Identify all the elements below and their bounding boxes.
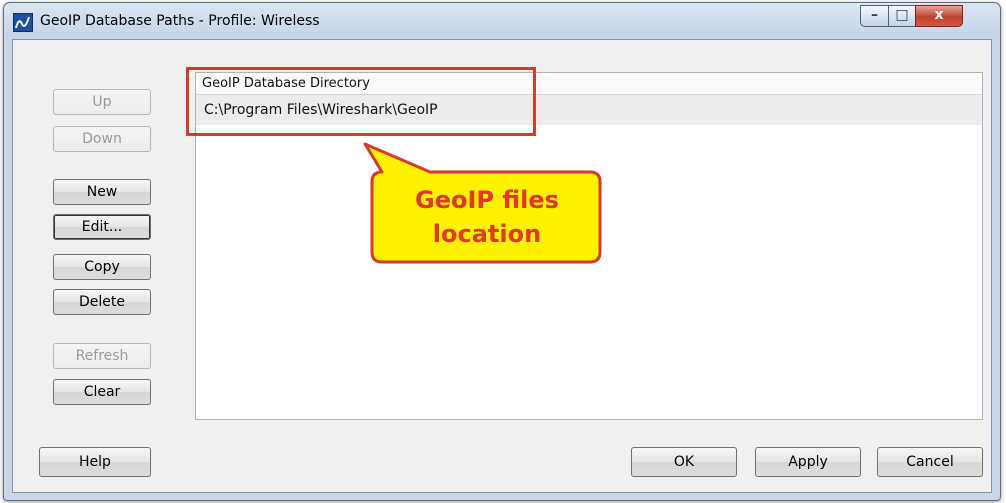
copy-button[interactable]: Copy	[53, 254, 151, 280]
callout-line-1: GeoIP files	[415, 186, 559, 214]
minimize-button[interactable]: –	[860, 5, 889, 27]
edit-button[interactable]: Edit...	[53, 214, 151, 240]
down-button-label: Down	[82, 131, 122, 147]
refresh-button-label: Refresh	[75, 348, 129, 364]
ok-button[interactable]: OK	[631, 447, 737, 477]
wireshark-app-icon	[13, 13, 33, 32]
clear-button-label: Clear	[83, 384, 121, 400]
callout-text: GeoIP files location	[372, 183, 602, 251]
help-button[interactable]: Help	[39, 447, 151, 477]
clear-button[interactable]: Clear	[53, 379, 151, 405]
ok-button-label: OK	[673, 454, 695, 470]
help-button-label: Help	[79, 454, 111, 470]
delete-button[interactable]: Delete	[53, 289, 151, 315]
maximize-button[interactable]: □	[888, 5, 916, 27]
up-button-label: Up	[92, 94, 112, 110]
refresh-button[interactable]: Refresh	[53, 343, 151, 369]
new-button[interactable]: New	[53, 179, 151, 205]
copy-button-label: Copy	[84, 259, 120, 275]
close-button[interactable]: x	[915, 5, 963, 27]
up-button[interactable]: Up	[53, 89, 151, 115]
apply-button[interactable]: Apply	[755, 447, 861, 477]
delete-button-label: Delete	[79, 294, 125, 310]
annotation-highlight-box	[186, 67, 536, 136]
edit-button-label: Edit...	[81, 219, 123, 235]
cancel-button-label: Cancel	[906, 454, 954, 470]
cancel-button[interactable]: Cancel	[877, 447, 983, 477]
window-title: GeoIP Database Paths - Profile: Wireless	[40, 13, 320, 29]
new-button-label: New	[86, 184, 118, 200]
down-button[interactable]: Down	[53, 126, 151, 152]
title-bar[interactable]: GeoIP Database Paths - Profile: Wireless…	[4, 3, 1000, 39]
apply-button-label: Apply	[788, 454, 828, 470]
callout-line-2: location	[432, 220, 542, 248]
